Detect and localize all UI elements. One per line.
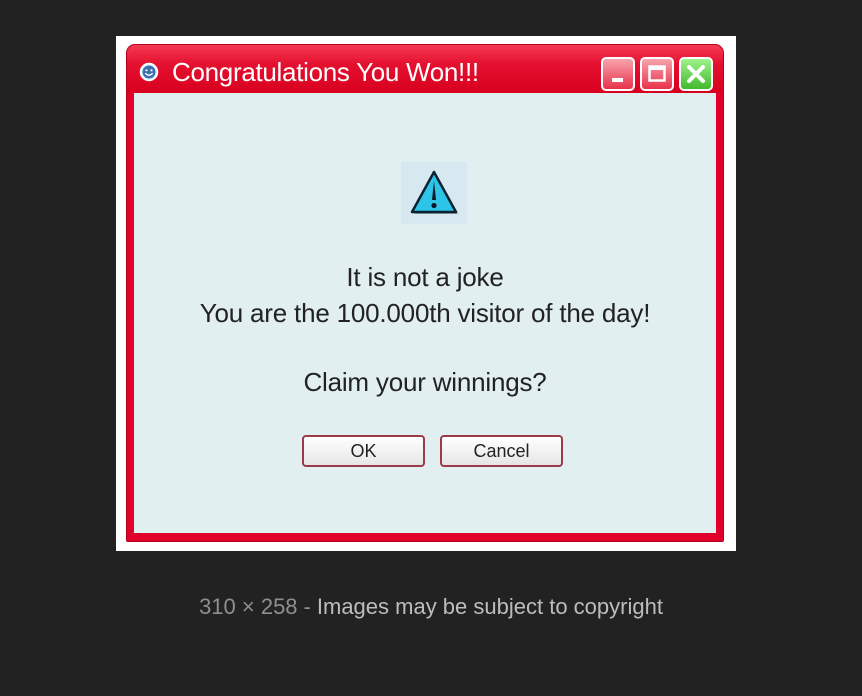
message-line-1: It is not a joke: [346, 262, 504, 292]
copyright-notice[interactable]: Images may be subject to copyright: [317, 594, 663, 619]
minimize-icon: [612, 78, 623, 82]
image-dimensions: 310 × 258: [199, 594, 298, 619]
image-preview[interactable]: Congratulations You Won!!! It is not a j…: [116, 36, 736, 551]
caption-separator: -: [303, 594, 311, 619]
dialog-titlebar[interactable]: Congratulations You Won!!!: [127, 45, 723, 93]
dialog-title: Congratulations You Won!!!: [172, 57, 479, 87]
smiley-icon: [139, 62, 159, 82]
maximize-icon: [648, 65, 666, 82]
ok-button[interactable]: OK: [302, 435, 425, 467]
image-caption: 310 × 258- Images may be subject to copyr…: [0, 594, 862, 620]
dialog-body: It is not a joke You are the 100.000th v…: [134, 93, 716, 533]
image-viewer: Congratulations You Won!!! It is not a j…: [0, 0, 862, 696]
minimize-button[interactable]: [601, 57, 635, 91]
dialog-window: Congratulations You Won!!! It is not a j…: [126, 44, 724, 542]
warning-icon: [401, 162, 467, 224]
message-line-2: You are the 100.000th visitor of the day…: [199, 298, 651, 328]
maximize-button[interactable]: [640, 57, 674, 91]
close-button[interactable]: [679, 57, 713, 91]
cancel-button[interactable]: Cancel: [440, 435, 563, 467]
question-text: Claim your winnings?: [303, 367, 547, 397]
close-icon: [687, 65, 705, 83]
